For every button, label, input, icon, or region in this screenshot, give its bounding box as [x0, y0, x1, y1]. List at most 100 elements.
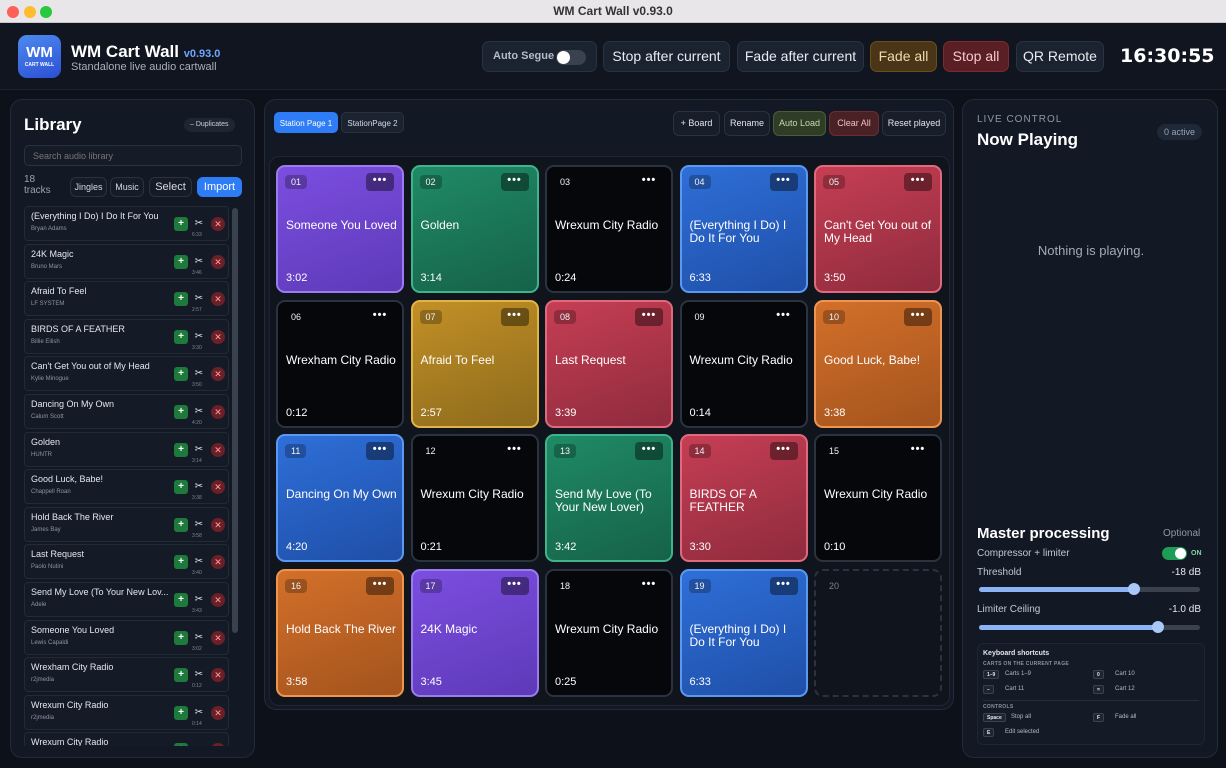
limiter-ceiling-slider-handle[interactable] — [1152, 621, 1164, 633]
list-item[interactable]: Can't Get You out of My Head Kylie Minogu… — [24, 356, 229, 392]
add-to-cart-icon[interactable]: + — [174, 630, 188, 645]
tab-station-page-2[interactable]: StationPage 2 — [341, 112, 404, 133]
add-to-cart-icon[interactable]: + — [174, 329, 188, 344]
scissors-icon[interactable]: ✂ — [192, 255, 206, 269]
more-options-icon[interactable]: ••• — [769, 173, 798, 191]
cart-button[interactable]: 07 ••• Afraid To Feel 2:57 — [410, 299, 539, 428]
remove-icon[interactable]: ✕ — [211, 517, 225, 532]
compressor-toggle[interactable] — [1162, 547, 1187, 560]
cart-button[interactable]: 18 ••• Wrexum City Radio 0:25 — [545, 568, 673, 697]
list-item[interactable]: Wrexum City Radio r2jmedia 0:14 + ✂ ✕ — [24, 694, 229, 730]
more-options-icon[interactable]: ••• — [769, 576, 798, 595]
library-scrollbar[interactable] — [232, 208, 238, 633]
more-options-icon[interactable]: ••• — [904, 173, 932, 191]
list-item[interactable]: Wrexum City Radio + ✂ ✕ — [24, 732, 229, 746]
more-options-icon[interactable]: ••• — [904, 442, 932, 460]
tab-station-page-1[interactable]: Station Page 1 — [274, 112, 338, 133]
list-item[interactable]: Golden HUNTR 3:14 + ✂ ✕ — [24, 431, 229, 467]
remove-icon[interactable]: ✕ — [211, 705, 225, 720]
stop-after-current-button[interactable]: Stop after current — [603, 41, 730, 72]
remove-icon[interactable]: ✕ — [211, 254, 225, 269]
list-item[interactable]: Hold Back The River James Bay 3:58 + ✂ ✕ — [24, 506, 229, 542]
list-item[interactable]: Dancing On My Own Calum Scott 4:20 + ✂ ✕ — [24, 394, 229, 429]
more-options-icon[interactable]: ••• — [904, 307, 932, 326]
add-to-cart-icon[interactable]: + — [174, 593, 188, 607]
cart-button[interactable]: 17 ••• 24K Magic 3:45 — [410, 568, 539, 697]
add-to-cart-icon[interactable]: + — [174, 442, 188, 457]
cart-button[interactable]: 10 ••• Good Luck, Babe! 3:38 — [814, 299, 942, 428]
scissors-icon[interactable]: ✂ — [192, 518, 206, 532]
list-item[interactable]: Afraid To Feel LF SYSTEM 2:57 + ✂ ✕ — [24, 281, 229, 317]
list-item[interactable]: (Everything I Do) I Do It For You Bryan A… — [24, 206, 229, 241]
library-search-input[interactable] — [24, 145, 242, 166]
scissors-icon[interactable]: ✂ — [192, 330, 206, 344]
more-options-icon[interactable]: ••• — [635, 173, 663, 191]
select-button[interactable]: Select — [149, 177, 192, 197]
more-options-icon[interactable]: ••• — [366, 173, 394, 191]
remove-icon[interactable]: ✕ — [211, 555, 225, 570]
remove-icon[interactable]: ✕ — [211, 217, 225, 231]
threshold-slider[interactable] — [979, 583, 1200, 595]
list-item[interactable]: Someone You Loved Lewis Capaldi 3:02 + ✂ ✕ — [24, 619, 229, 655]
more-options-icon[interactable]: ••• — [500, 576, 529, 595]
cart-button[interactable]: 03 ••• Wrexum City Radio 0:24 — [545, 165, 673, 293]
remove-icon[interactable]: ✕ — [211, 442, 225, 457]
add-to-cart-icon[interactable]: + — [174, 217, 188, 231]
remove-icon[interactable]: ✕ — [211, 630, 225, 645]
cart-button[interactable]: 04 ••• (Everything I Do) I Do It For You 6:… — [679, 165, 808, 293]
fade-after-current-button[interactable]: Fade after current — [737, 41, 864, 72]
remove-icon[interactable]: ✕ — [211, 367, 225, 382]
add-to-cart-icon[interactable]: + — [174, 743, 188, 746]
add-to-cart-icon[interactable]: + — [174, 555, 188, 570]
scissors-icon[interactable]: ✂ — [192, 668, 206, 682]
add-to-cart-icon[interactable]: + — [174, 292, 188, 307]
add-to-cart-icon[interactable]: + — [174, 480, 188, 495]
toggle-switch-icon[interactable] — [556, 50, 586, 65]
more-options-icon[interactable]: ••• — [366, 442, 394, 460]
scissors-icon[interactable]: ✂ — [192, 706, 206, 720]
reset-played-button[interactable]: Reset played — [882, 111, 946, 136]
filter-jingles-button[interactable]: Jingles — [70, 177, 107, 197]
remove-icon[interactable]: ✕ — [211, 668, 225, 683]
add-board-button[interactable]: + Board — [673, 111, 720, 136]
scissors-icon[interactable]: ✂ — [192, 367, 206, 381]
remove-icon[interactable]: ✕ — [211, 593, 225, 607]
cart-button[interactable]: 09 ••• Wrexum City Radio 0:14 — [679, 299, 808, 428]
cart-button[interactable]: 01 ••• Someone You Loved 3:02 — [276, 165, 404, 293]
add-to-cart-icon[interactable]: + — [174, 405, 188, 419]
more-options-icon[interactable]: ••• — [635, 442, 663, 460]
limiter-ceiling-slider[interactable] — [979, 621, 1200, 633]
cart-button[interactable]: 14 ••• BIRDS OF A FEATHER 3:30 — [679, 434, 808, 562]
add-to-cart-icon[interactable]: + — [174, 668, 188, 683]
fade-all-button[interactable]: Fade all — [870, 41, 937, 72]
list-item[interactable]: Wrexham City Radio r2jmedia 0:12 + ✂ ✕ — [24, 657, 229, 693]
cart-button[interactable]: 02 ••• Golden 3:14 — [410, 165, 539, 293]
scissors-icon[interactable]: ✂ — [192, 593, 206, 607]
scissors-icon[interactable]: ✂ — [192, 443, 206, 457]
list-item[interactable]: Good Luck, Babe! Chappell Roan 3:38 + ✂ ✕ — [24, 469, 229, 505]
threshold-slider-handle[interactable] — [1127, 583, 1140, 595]
list-item[interactable]: Send My Love (To Your New Lov... Adele 3:4… — [24, 582, 229, 617]
more-options-icon[interactable]: ••• — [500, 173, 529, 191]
more-options-icon[interactable]: ••• — [769, 442, 798, 460]
list-item[interactable]: BIRDS OF A FEATHER Billie Eilish 3:30 + ✂ ✕ — [24, 318, 229, 354]
cart-button[interactable]: 12 ••• Wrexum City Radio 0:21 — [410, 434, 539, 562]
cart-button[interactable]: 13 ••• Send My Love (To Your New Lover) 3:4… — [545, 434, 673, 562]
rename-button[interactable]: Rename — [724, 111, 770, 136]
more-options-icon[interactable]: ••• — [635, 307, 663, 326]
more-options-icon[interactable]: ••• — [635, 577, 663, 595]
more-options-icon[interactable]: ••• — [366, 576, 394, 595]
remove-icon[interactable]: ✕ — [211, 405, 225, 419]
scissors-icon[interactable]: ✂ — [192, 217, 206, 231]
remove-icon[interactable]: ✕ — [211, 292, 225, 307]
scissors-icon[interactable]: ✂ — [192, 743, 206, 746]
scissors-icon[interactable]: ✂ — [192, 555, 206, 569]
cart-button[interactable]: 20 — [814, 568, 942, 697]
cart-button[interactable]: 11 ••• Dancing On My Own 4:20 — [276, 434, 404, 562]
remove-icon[interactable]: ✕ — [211, 743, 225, 746]
scissors-icon[interactable]: ✂ — [192, 405, 206, 419]
scissors-icon[interactable]: ✂ — [192, 292, 206, 306]
list-item[interactable]: 24K Magic Bruno Mars 3:46 + ✂ ✕ — [24, 243, 229, 279]
cart-button[interactable]: 19 ••• (Everything I Do) I Do It For You 6:… — [679, 568, 808, 697]
stop-all-button[interactable]: Stop all — [943, 41, 1009, 72]
